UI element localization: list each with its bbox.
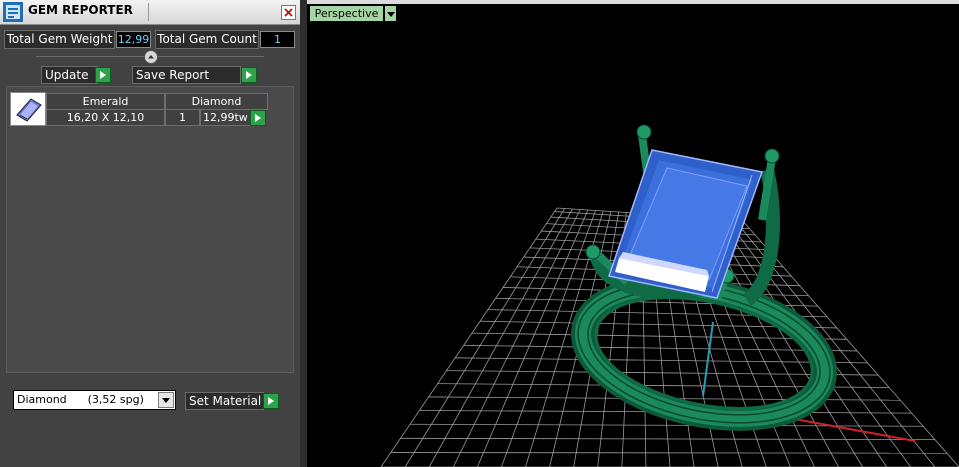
save-report-button[interactable]: Save Report: [132, 66, 241, 84]
set-material-button[interactable]: Set Material: [185, 392, 264, 410]
gem-list: [6, 86, 294, 373]
total-count-value: 1: [260, 31, 295, 48]
grid-line: [380, 207, 558, 467]
chevron-down-icon[interactable]: [158, 392, 174, 408]
grid-line: [390, 452, 947, 454]
gem-thumbnail-icon[interactable]: [10, 92, 46, 126]
update-arrow-icon[interactable]: [95, 67, 111, 83]
emerald-cut-gem: [608, 149, 763, 299]
material-select[interactable]: Diamond (3,52 spg): [13, 390, 176, 410]
grid-line: [452, 209, 581, 467]
gem-row-arrow-icon[interactable]: [250, 110, 266, 126]
gem-reporter-panel: GEM REPORTER Total Gem Weight 12,99 Tota…: [0, 0, 300, 467]
update-button[interactable]: Update: [41, 66, 98, 84]
collapse-knob-icon[interactable]: [144, 50, 158, 64]
save-report-arrow-icon[interactable]: [241, 67, 257, 83]
total-weight-value: 12,99: [116, 31, 151, 48]
ring-scene: [380, 124, 959, 467]
grid-line: [404, 208, 566, 467]
gem-count-cell: 1: [165, 109, 200, 126]
gem-size-cell: 16,20 X 12,10: [46, 109, 165, 126]
total-count-label: Total Gem Count: [155, 30, 259, 49]
3d-viewport[interactable]: Perspective: [307, 0, 959, 467]
gem-reporter-app-icon: [3, 2, 23, 22]
grid-line: [428, 208, 573, 467]
material-select-value: Diamond (3,52 spg): [17, 393, 144, 406]
gem-header-material: Diamond: [165, 93, 268, 110]
gem-header-cut: Emerald: [46, 93, 165, 110]
gem-weight-cell: 12,99tw: [200, 109, 252, 126]
z-axis-line: [702, 321, 714, 397]
total-weight-label: Total Gem Weight: [4, 30, 115, 49]
panel-title: GEM REPORTER: [28, 3, 133, 17]
title-separator: [148, 3, 149, 21]
close-icon[interactable]: [281, 5, 296, 20]
set-material-arrow-icon[interactable]: [263, 393, 279, 409]
panel-splitter[interactable]: [300, 0, 307, 467]
title-bar: GEM REPORTER: [0, 0, 300, 25]
